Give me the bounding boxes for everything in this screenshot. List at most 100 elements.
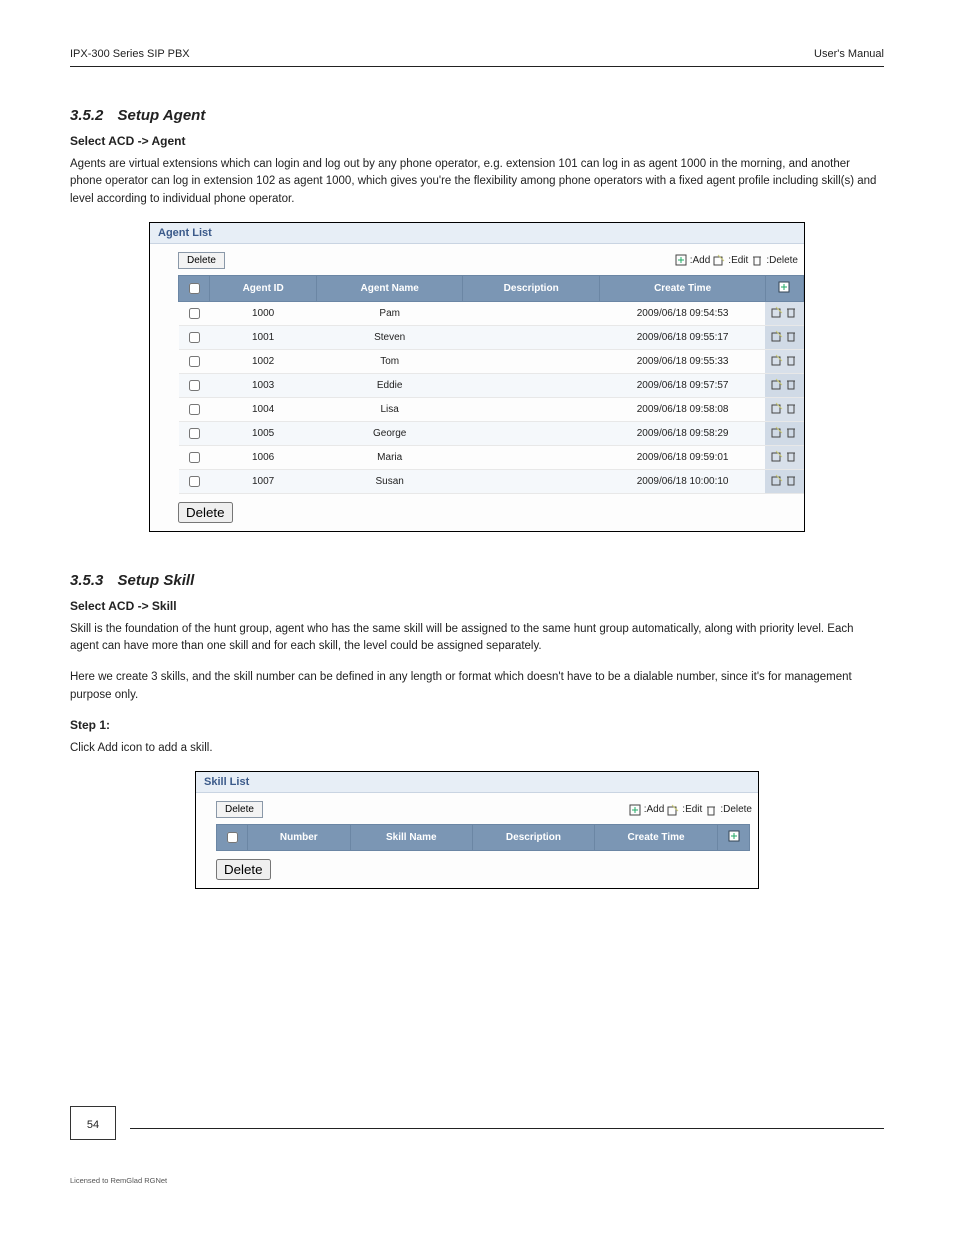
agent-table: Agent ID Agent Name Description Create T… (178, 275, 804, 494)
add-row-icon[interactable] (778, 281, 790, 293)
toolbar-top: Delete :Add :Edit :Delete (196, 793, 758, 824)
cell-create-time: 2009/06/18 09:55:33 (600, 349, 766, 373)
delete-button-bottom[interactable]: Delete (216, 859, 271, 880)
para-skill-2: Here we create 3 skills, and the skill n… (70, 669, 884, 704)
cell-agent-id: 1002 (210, 349, 317, 373)
header-rule (70, 66, 884, 67)
col-create-time: Create Time (600, 275, 766, 301)
agent-list-panel: Agent List Delete :Add :Edit :Delete (149, 222, 805, 532)
cell-agent-name: Lisa (317, 397, 463, 421)
delete-button-bottom[interactable]: Delete (178, 502, 233, 523)
add-row-icon[interactable] (728, 830, 740, 842)
page-footer: 54 Licensed to RemGlad RGNet (70, 1106, 884, 1185)
toolbar-top: Delete :Add :Edit :Delete (150, 244, 804, 275)
edit-row-icon[interactable] (771, 378, 783, 390)
toolbar-bottom: Delete (196, 855, 758, 888)
legend-edit: :Edit (728, 255, 748, 266)
cell-agent-name: Susan (317, 469, 463, 493)
select-all-checkbox[interactable] (189, 283, 200, 294)
row-checkbox[interactable] (189, 476, 200, 487)
cell-create-time: 2009/06/18 09:58:29 (600, 421, 766, 445)
col-agent-id: Agent ID (210, 275, 317, 301)
delete-row-icon[interactable] (785, 354, 797, 366)
skill-table: Number Skill Name Description Create Tim… (216, 824, 750, 851)
heading-text: Setup Agent (118, 107, 206, 124)
delete-row-icon[interactable] (785, 450, 797, 462)
cell-agent-name: Eddie (317, 373, 463, 397)
header-product: IPX-300 Series SIP PBX (70, 48, 190, 60)
para-agent-intro: Agents are virtual extensions which can … (70, 156, 884, 208)
para-skill-1: Skill is the foundation of the hunt grou… (70, 621, 884, 656)
delete-row-icon[interactable] (785, 306, 797, 318)
col-actions (765, 275, 803, 301)
page-number-box: 54 (70, 1106, 116, 1140)
edit-row-icon[interactable] (771, 474, 783, 486)
cell-agent-name: Pam (317, 301, 463, 325)
table-row: 1003Eddie2009/06/18 09:57:57 (179, 373, 804, 397)
panel-title: Agent List (150, 223, 804, 244)
cell-agent-id: 1007 (210, 469, 317, 493)
row-checkbox[interactable] (189, 428, 200, 439)
row-checkbox[interactable] (189, 332, 200, 343)
edit-row-icon[interactable] (771, 450, 783, 462)
row-checkbox[interactable] (189, 380, 200, 391)
subhead-select-agent: Select ACD -> Agent (70, 134, 884, 148)
cell-agent-name: George (317, 421, 463, 445)
row-checkbox[interactable] (189, 404, 200, 415)
delete-row-icon[interactable] (785, 474, 797, 486)
edit-row-icon[interactable] (771, 402, 783, 414)
row-checkbox[interactable] (189, 308, 200, 319)
delete-row-icon[interactable] (785, 426, 797, 438)
edit-row-icon[interactable] (771, 426, 783, 438)
delete-row-icon[interactable] (785, 402, 797, 414)
cell-description (463, 397, 600, 421)
heading-text: Setup Skill (118, 572, 195, 589)
col-actions (718, 825, 750, 851)
delete-icon (705, 804, 717, 816)
cell-agent-name: Maria (317, 445, 463, 469)
edit-row-icon[interactable] (771, 354, 783, 366)
para-step1: Click Add icon to add a skill. (70, 740, 884, 757)
cell-agent-id: 1004 (210, 397, 317, 421)
panel-title: Skill List (196, 772, 758, 793)
cell-description (463, 445, 600, 469)
subhead-step1: Step 1: (70, 718, 884, 732)
edit-icon (713, 254, 725, 266)
cell-agent-id: 1000 (210, 301, 317, 325)
heading-num: 3.5.2 (70, 107, 103, 124)
table-header-row: Agent ID Agent Name Description Create T… (179, 275, 804, 301)
delete-button[interactable]: Delete (178, 252, 225, 269)
cell-description (463, 373, 600, 397)
row-checkbox[interactable] (189, 356, 200, 367)
edit-row-icon[interactable] (771, 330, 783, 342)
col-description: Description (463, 275, 600, 301)
legend-add: :Add (644, 804, 665, 815)
col-checkbox (179, 275, 210, 301)
license-text: Licensed to RemGlad RGNet (70, 1176, 884, 1185)
col-agent-name: Agent Name (317, 275, 463, 301)
skill-list-panel: Skill List Delete :Add :Edit :Delete (195, 771, 759, 889)
edit-row-icon[interactable] (771, 306, 783, 318)
heading-3-5-3: 3.5.3 Setup Skill (70, 572, 884, 589)
cell-description (463, 349, 600, 373)
cell-agent-name: Steven (317, 325, 463, 349)
cell-create-time: 2009/06/18 09:58:08 (600, 397, 766, 421)
delete-row-icon[interactable] (785, 378, 797, 390)
select-all-checkbox[interactable] (227, 832, 238, 843)
table-row: 1006Maria2009/06/18 09:59:01 (179, 445, 804, 469)
legend-delete: :Delete (720, 804, 752, 815)
cell-agent-id: 1001 (210, 325, 317, 349)
delete-button[interactable]: Delete (216, 801, 263, 818)
footer-rule (130, 1128, 884, 1129)
cell-create-time: 2009/06/18 09:57:57 (600, 373, 766, 397)
legend-delete: :Delete (766, 255, 798, 266)
cell-agent-name: Tom (317, 349, 463, 373)
delete-row-icon[interactable] (785, 330, 797, 342)
table-header-row: Number Skill Name Description Create Tim… (217, 825, 750, 851)
row-checkbox[interactable] (189, 452, 200, 463)
col-checkbox (217, 825, 248, 851)
legend-edit: :Edit (682, 804, 702, 815)
table-row: 1001Steven2009/06/18 09:55:17 (179, 325, 804, 349)
edit-icon (667, 804, 679, 816)
icon-legend: :Add :Edit :Delete (629, 804, 752, 816)
